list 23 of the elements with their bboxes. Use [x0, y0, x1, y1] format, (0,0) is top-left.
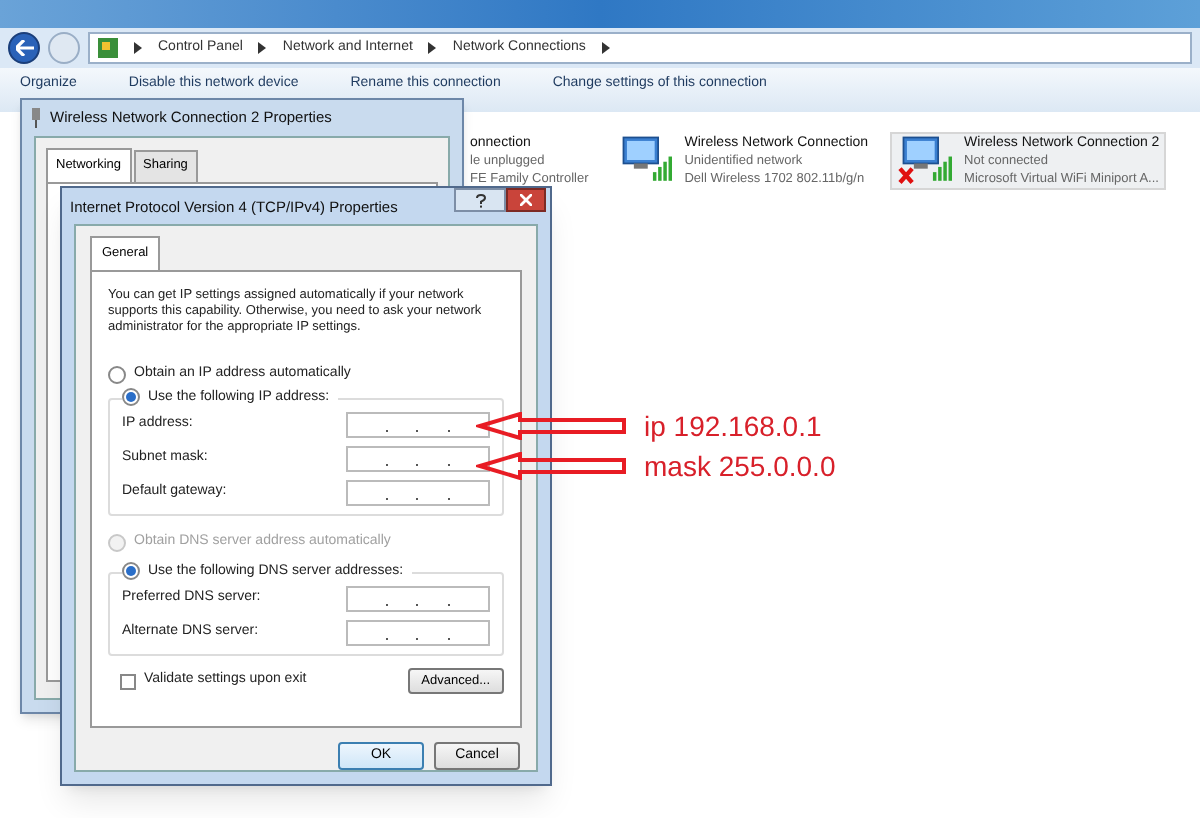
annotation-text: mask 255.0.0.0	[644, 450, 836, 482]
control-panel-icon	[98, 38, 118, 58]
close-button[interactable]	[506, 188, 546, 212]
radio-button[interactable]	[122, 562, 140, 581]
help-icon	[475, 193, 485, 207]
help-button[interactable]	[454, 188, 506, 212]
ip-input-field[interactable]	[346, 620, 490, 646]
chevron-icon	[601, 42, 610, 54]
ip-input-field[interactable]	[346, 412, 490, 438]
ip-input-field[interactable]	[346, 586, 490, 612]
radio-button[interactable]	[122, 388, 140, 407]
checkbox[interactable]	[120, 673, 136, 689]
close-icon	[520, 194, 532, 206]
ip-input-field[interactable]	[346, 446, 490, 472]
annotation-text: ip 192.168.0.1	[644, 410, 822, 442]
chevron-icon	[428, 42, 437, 54]
network-adapter-icon	[30, 108, 42, 128]
back-button[interactable]	[8, 32, 40, 64]
radio-button[interactable]	[108, 365, 126, 384]
back-arrow-icon	[15, 40, 33, 56]
ip-input-field[interactable]	[346, 480, 490, 506]
chevron-icon	[134, 42, 142, 54]
chevron-icon	[258, 42, 267, 54]
